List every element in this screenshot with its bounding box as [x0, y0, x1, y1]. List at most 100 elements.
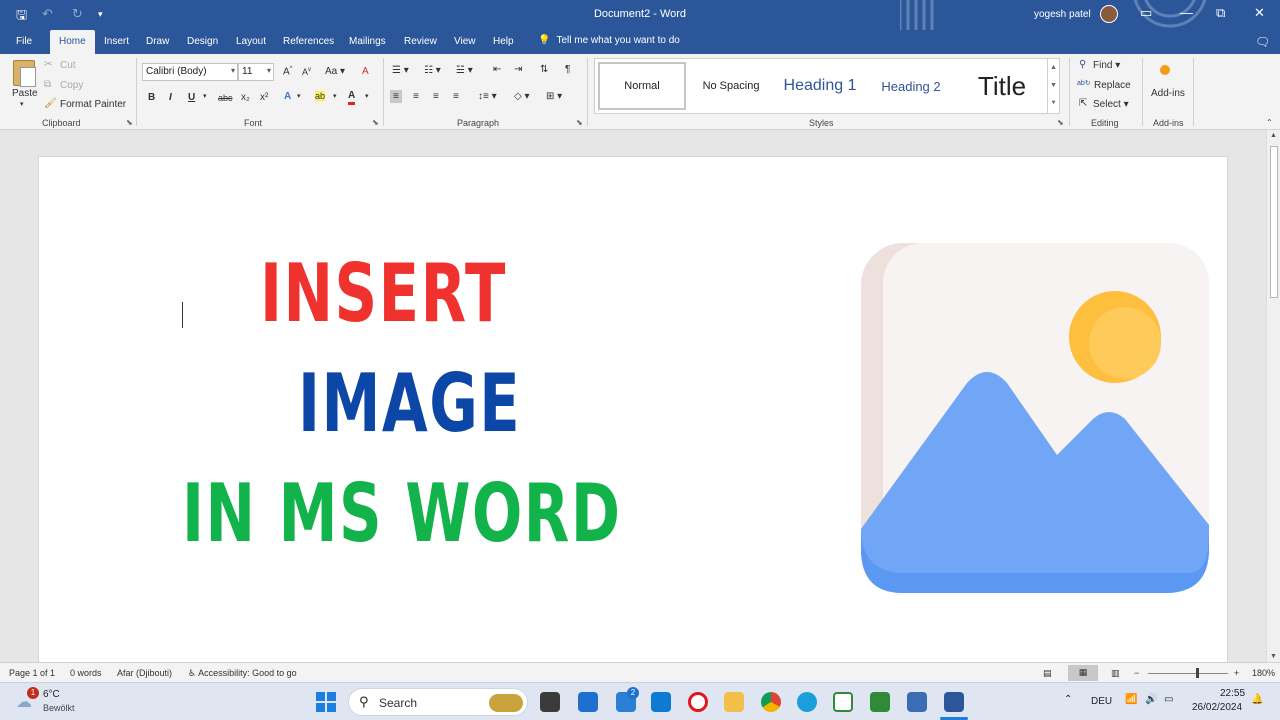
- word-count[interactable]: 0 words: [70, 668, 102, 678]
- show-hidden-icons-icon[interactable]: ⌃: [1064, 694, 1072, 705]
- clear-formatting-button[interactable]: A: [362, 66, 369, 77]
- vertical-scrollbar[interactable]: ▲ ▼: [1266, 130, 1280, 662]
- copy-button[interactable]: Copy: [60, 80, 83, 91]
- italic-button[interactable]: I: [169, 92, 172, 103]
- ribbon-display-options-icon[interactable]: ▭: [1140, 5, 1152, 21]
- bullets-icon[interactable]: ☰ ▾: [392, 65, 409, 76]
- input-language[interactable]: DEU: [1091, 696, 1112, 707]
- read-mode-icon[interactable]: ▤: [1043, 668, 1052, 679]
- store-icon[interactable]: [578, 692, 598, 712]
- align-left-icon[interactable]: ≡: [390, 90, 402, 103]
- tab-home[interactable]: Home: [50, 30, 95, 54]
- avatar[interactable]: [1100, 5, 1118, 23]
- zoom-out-button[interactable]: −: [1134, 668, 1139, 678]
- tab-design[interactable]: Design: [187, 36, 218, 47]
- accessibility-status[interactable]: ♿ Accessibility: Good to go: [188, 668, 297, 679]
- page-count[interactable]: Page 1 of 1: [9, 668, 55, 678]
- zoom-slider[interactable]: [1148, 673, 1228, 674]
- text-effects-button[interactable]: A: [284, 91, 291, 102]
- gallery-up-icon[interactable]: ▲: [1048, 59, 1059, 77]
- tab-mailings[interactable]: Mailings: [349, 36, 386, 47]
- document-area[interactable]: INSERT IMAGE IN MS WORD: [0, 130, 1266, 666]
- multilevel-list-icon[interactable]: ☱ ▾: [456, 65, 473, 76]
- font-color-dropdown-icon[interactable]: ▾: [365, 92, 369, 100]
- style-heading-2[interactable]: Heading 2: [869, 62, 953, 110]
- scroll-thumb[interactable]: [1270, 146, 1278, 298]
- zoom-in-button[interactable]: +: [1234, 668, 1239, 678]
- word-icon[interactable]: [944, 692, 964, 712]
- print-layout-icon[interactable]: ▦: [1068, 665, 1098, 681]
- shading-icon[interactable]: ◇ ▾: [514, 91, 530, 102]
- language-indicator[interactable]: Afar (Djibouti): [117, 668, 172, 678]
- task-view-icon[interactable]: [540, 692, 560, 712]
- grow-font-button[interactable]: A^: [283, 66, 293, 77]
- sort-icon[interactable]: ⇅: [540, 64, 548, 75]
- add-ins-icon[interactable]: [1160, 65, 1170, 75]
- restore-button[interactable]: ⧉: [1216, 5, 1225, 21]
- highlight-dropdown-icon[interactable]: ▾: [333, 92, 337, 100]
- app-c-green-icon[interactable]: [870, 692, 890, 712]
- paste-icon[interactable]: [13, 60, 36, 87]
- gallery-scroll[interactable]: ▲ ▼ ⯆: [1047, 59, 1059, 113]
- justify-icon[interactable]: ≡: [453, 91, 459, 102]
- weather-description[interactable]: Bewölkt: [43, 703, 75, 713]
- font-launcher-icon[interactable]: ⬊: [372, 118, 379, 127]
- show-formatting-marks-button[interactable]: ¶: [565, 64, 570, 75]
- scroll-down-icon[interactable]: ▼: [1270, 653, 1277, 660]
- notepad-icon[interactable]: [907, 692, 927, 712]
- font-name-combo[interactable]: Calibri (Body) ▾: [142, 63, 238, 81]
- tab-references[interactable]: References: [283, 36, 334, 47]
- user-name[interactable]: yogesh patel: [1034, 9, 1091, 20]
- paste-button[interactable]: Paste: [12, 88, 38, 99]
- numbering-icon[interactable]: ☷ ▾: [424, 65, 441, 76]
- minimize-button[interactable]: —: [1180, 5, 1193, 20]
- format-painter-icon[interactable]: 🖌: [44, 98, 57, 109]
- copy-icon[interactable]: ⧉: [44, 79, 51, 90]
- underline-dropdown-icon[interactable]: ▾: [203, 92, 207, 100]
- style-heading-1[interactable]: Heading 1: [775, 62, 865, 110]
- shrink-font-button[interactable]: Av: [302, 67, 311, 77]
- align-center-icon[interactable]: ≡: [413, 91, 419, 102]
- tell-me-box[interactable]: 💡 Tell me what you want to do: [538, 35, 680, 46]
- replace-button[interactable]: Replace: [1094, 80, 1131, 91]
- tab-layout[interactable]: Layout: [236, 36, 266, 47]
- style-title[interactable]: Title: [957, 62, 1047, 110]
- change-case-button[interactable]: Aa ▾: [325, 66, 345, 77]
- edge-icon[interactable]: [797, 692, 817, 712]
- font-color-button[interactable]: A: [348, 90, 356, 105]
- tab-file[interactable]: File: [16, 36, 32, 47]
- line-spacing-icon[interactable]: ↕≡ ▾: [478, 91, 497, 102]
- collapse-ribbon-icon[interactable]: ⌃: [1266, 118, 1273, 127]
- cut-button[interactable]: Cut: [60, 60, 76, 71]
- bold-button[interactable]: B: [148, 92, 155, 103]
- text-effects-dropdown-icon[interactable]: ▾: [297, 92, 301, 100]
- paragraph-launcher-icon[interactable]: ⬊: [576, 118, 583, 127]
- image-placeholder-icon[interactable]: [859, 243, 1211, 595]
- align-right-icon[interactable]: ≡: [433, 91, 439, 102]
- clock-date[interactable]: 26/02/2024: [1192, 702, 1242, 713]
- notifications-icon[interactable]: 🔔: [1251, 694, 1263, 705]
- tab-draw[interactable]: Draw: [146, 36, 169, 47]
- highlight-button[interactable]: ab: [315, 91, 326, 101]
- file-explorer-icon[interactable]: [724, 692, 744, 712]
- tab-view[interactable]: View: [454, 36, 476, 47]
- select-button[interactable]: Select ▾: [1093, 99, 1129, 110]
- web-layout-icon[interactable]: ▥: [1111, 668, 1120, 679]
- style-no-spacing[interactable]: No Spacing: [691, 62, 771, 110]
- taskbar-search[interactable]: ⚲ Search: [348, 688, 528, 716]
- tab-help[interactable]: Help: [493, 36, 514, 47]
- scroll-up-icon[interactable]: ▲: [1270, 132, 1277, 139]
- zoom-slider-knob[interactable]: [1196, 668, 1199, 678]
- decrease-indent-icon[interactable]: ⇤: [493, 64, 501, 75]
- clock-time[interactable]: 22:55: [1220, 688, 1245, 699]
- battery-icon[interactable]: ▭: [1164, 694, 1173, 705]
- style-normal[interactable]: Normal: [598, 62, 686, 110]
- app-c-icon[interactable]: [833, 692, 853, 712]
- paste-dropdown-icon[interactable]: ▾: [20, 100, 24, 108]
- format-painter-button[interactable]: Format Painter: [60, 99, 126, 110]
- increase-indent-icon[interactable]: ⇥: [514, 64, 522, 75]
- font-size-combo[interactable]: 11 ▾: [238, 63, 274, 81]
- find-button[interactable]: Find ▾: [1093, 60, 1120, 71]
- clipboard-launcher-icon[interactable]: ⬊: [126, 118, 133, 127]
- windows-start-icon[interactable]: [316, 692, 336, 712]
